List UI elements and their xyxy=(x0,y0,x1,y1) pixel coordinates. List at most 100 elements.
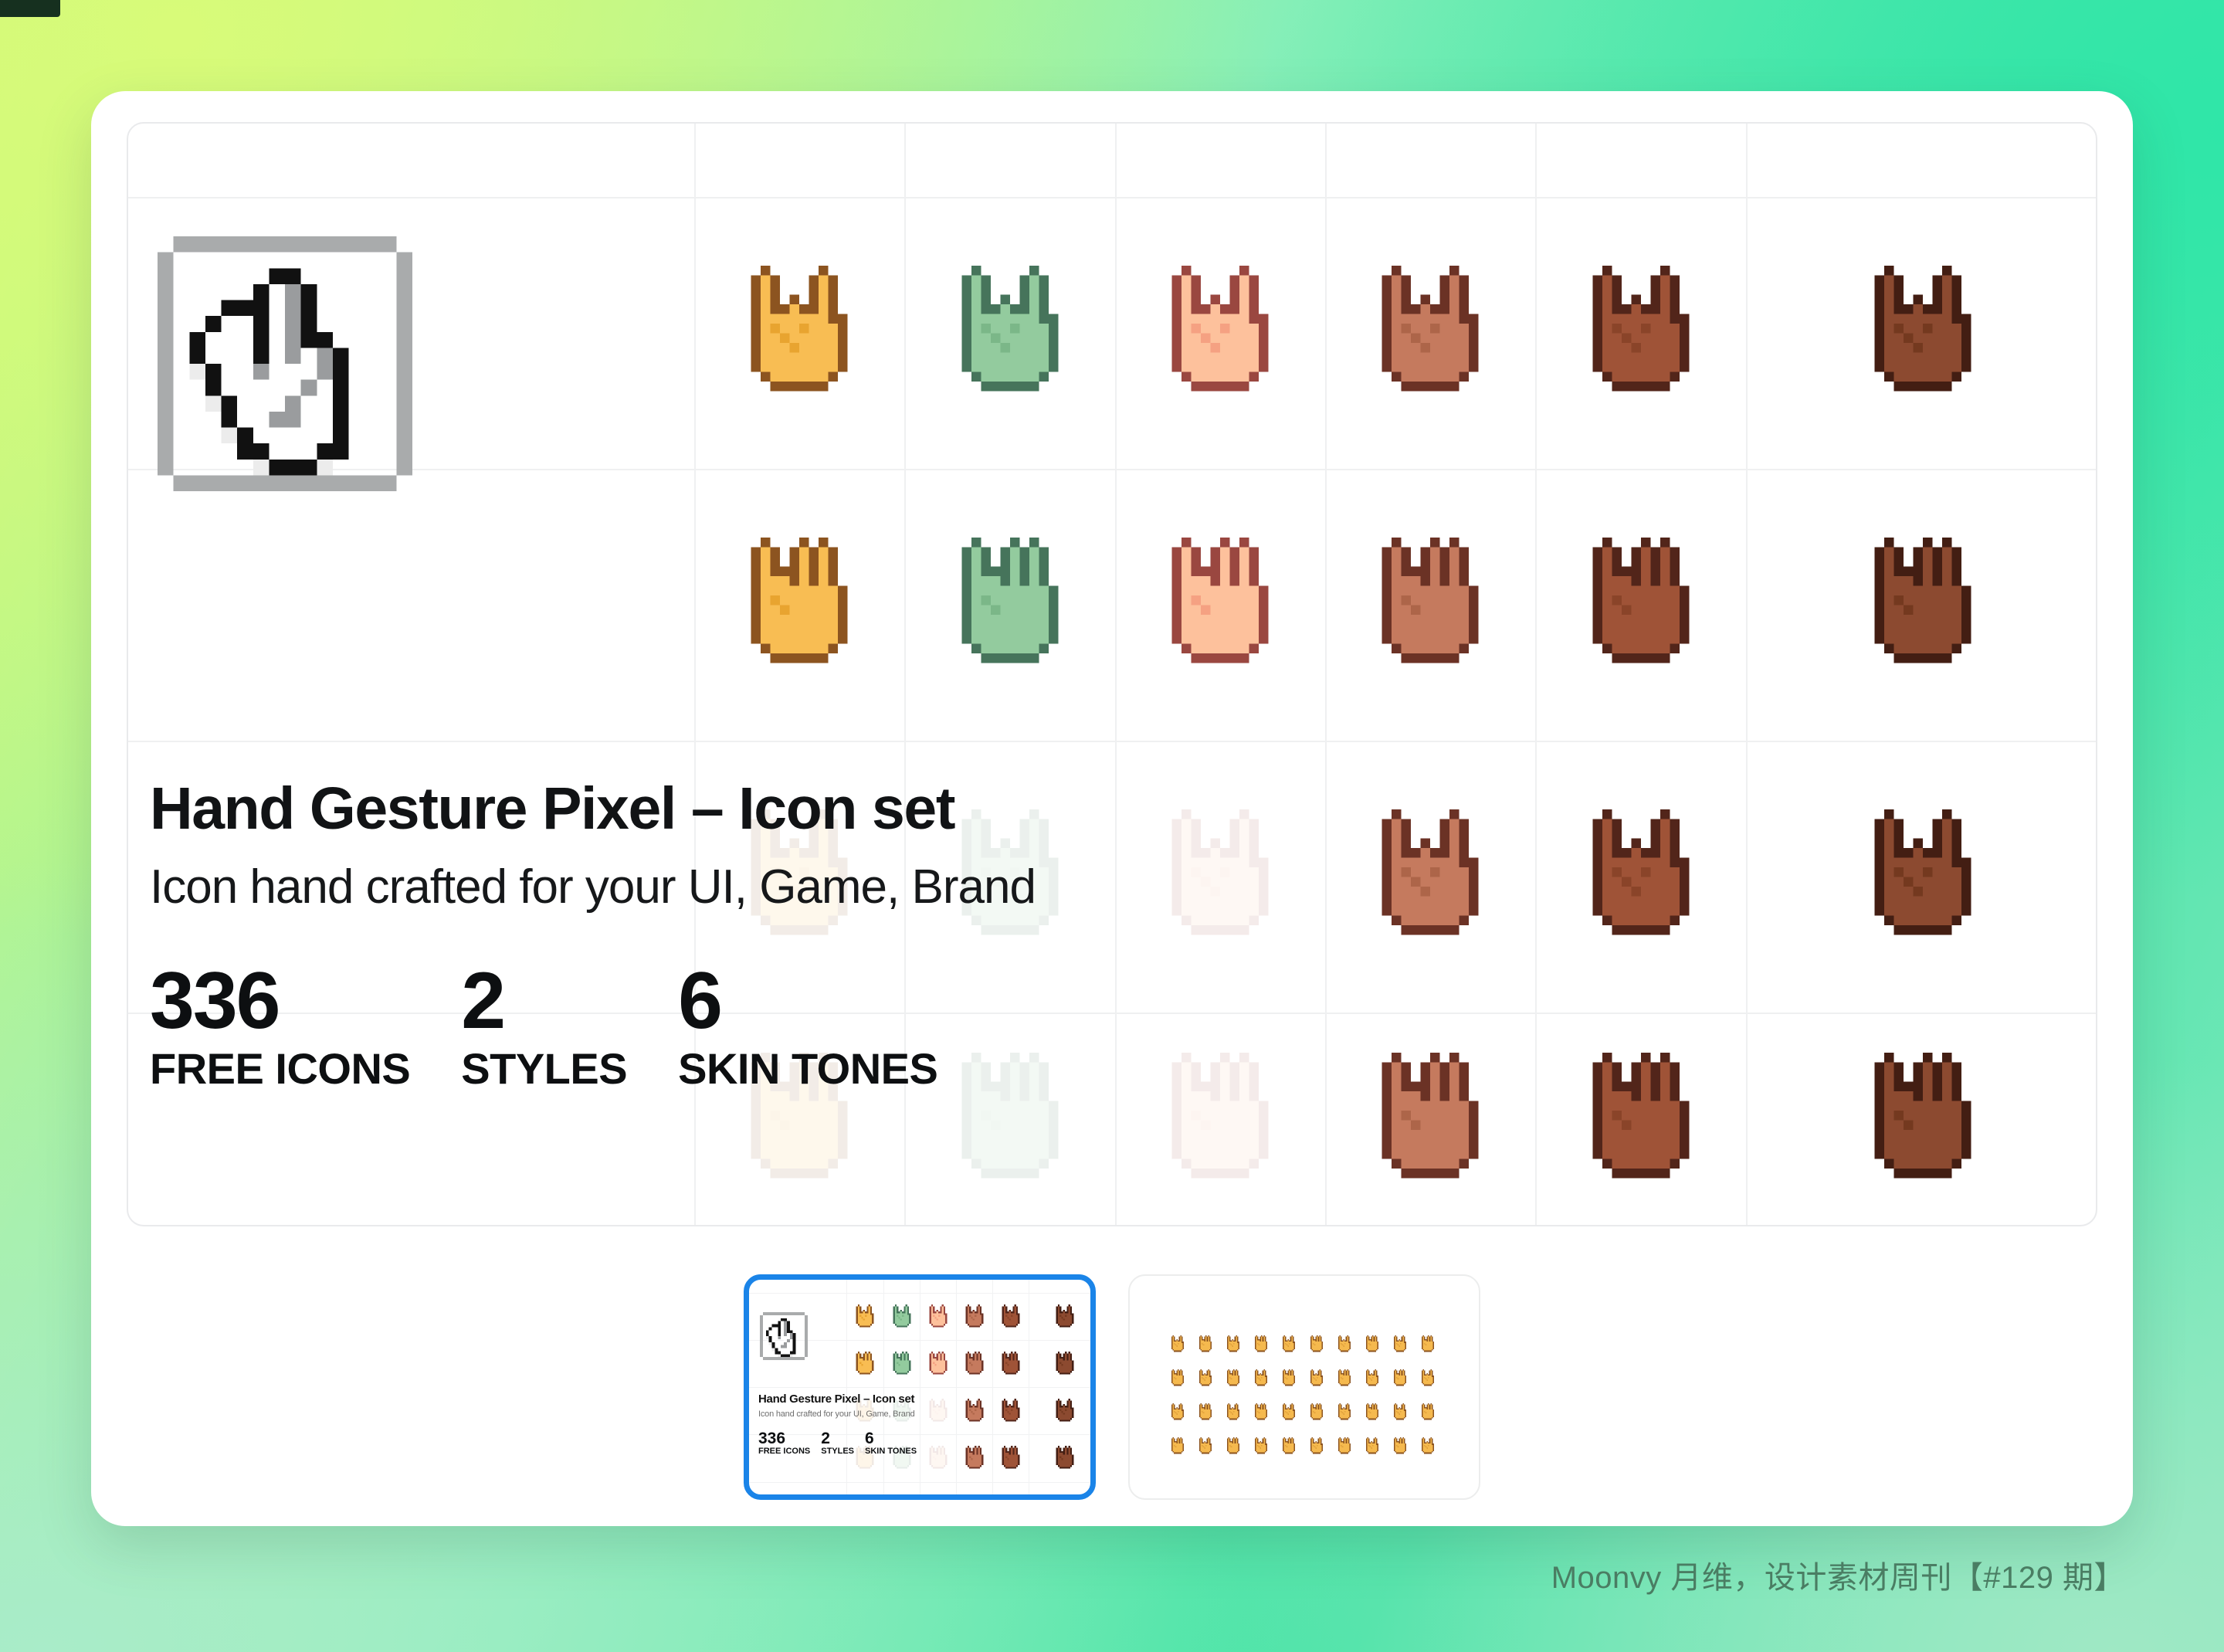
pixel-hand-icon xyxy=(1393,1403,1407,1420)
icon-cell-darkest xyxy=(1746,741,2096,1013)
thumbnail-icon-cell xyxy=(920,1293,956,1340)
pixel-hand-icon xyxy=(1382,1053,1479,1179)
stats-row: 336 FREE ICONS 2 STYLES 6 SKIN TONES xyxy=(150,956,988,1094)
thumbnail-icon-sheet-preview[interactable] xyxy=(1128,1274,1480,1500)
sheet-icon-cell xyxy=(1247,1361,1275,1395)
sheet-icon-cell xyxy=(1414,1327,1442,1361)
sheet-icon-cell xyxy=(1164,1327,1192,1361)
pixel-hand-icon xyxy=(1337,1403,1351,1420)
pixel-hand-icon xyxy=(1282,1403,1296,1420)
pixel-hand-icon xyxy=(1226,1335,1240,1352)
pixel-hand-icon xyxy=(1198,1335,1212,1352)
pixel-hand-icon xyxy=(1310,1369,1324,1386)
icon-cell-light xyxy=(1115,469,1325,741)
pixel-hand-icon xyxy=(1421,1369,1435,1386)
pixel-hand-icon xyxy=(1592,1053,1689,1179)
thumbnail-row-line xyxy=(749,1482,1090,1483)
pixel-hand-icon xyxy=(1002,1398,1019,1422)
pixel-hand-icon xyxy=(1365,1403,1379,1420)
pixel-hand-icon xyxy=(1365,1369,1379,1386)
icon-cell-darkest xyxy=(1746,469,2096,741)
thumbnail-icon-cell xyxy=(1029,1293,1090,1340)
thumbnail-icon-cell xyxy=(992,1434,1029,1482)
pixel-hand-icon xyxy=(1421,1437,1435,1454)
sheet-icon-cell xyxy=(1386,1361,1414,1395)
sheet-icon-cell xyxy=(1192,1429,1219,1463)
sheet-icon-cell xyxy=(1164,1395,1192,1429)
pixel-hand-icon xyxy=(1171,1437,1185,1454)
thumbnail-stats: 336 FREE ICONS 2 STYLES 6 SKIN TONES xyxy=(758,1430,927,1456)
sheet-icon-cell xyxy=(1386,1395,1414,1429)
pixel-hand-icon xyxy=(929,1446,947,1469)
sheet-icon-cell xyxy=(1414,1429,1442,1463)
sheet-icon-cell xyxy=(1303,1361,1331,1395)
icon-cell-green xyxy=(904,469,1115,741)
icon-cell-orange xyxy=(694,469,904,741)
sheet-icon-cell xyxy=(1275,1429,1303,1463)
sheet-icon-cell xyxy=(1192,1395,1219,1429)
pixel-hand-icon xyxy=(1226,1369,1240,1386)
pixel-hand-icon xyxy=(1171,537,1269,663)
stat-number: 2 xyxy=(821,1430,830,1447)
pixel-hand-icon xyxy=(1056,1351,1074,1375)
stat-free-icons: 336 FREE ICONS xyxy=(150,961,411,1094)
thumbnail-icon-cell xyxy=(846,1340,883,1387)
icon-cell-dark xyxy=(1535,1013,1746,1225)
pixel-hand-icon xyxy=(1421,1403,1435,1420)
icon-cell-dark xyxy=(1535,741,1746,1013)
icon-cell-light xyxy=(1115,197,1325,469)
thumbnail-icon-cell xyxy=(992,1293,1029,1340)
thumbnail-icon-cell xyxy=(920,1387,956,1434)
pixel-hand-icon xyxy=(1874,537,1971,663)
thumbnail-title: Hand Gesture Pixel – Icon set xyxy=(758,1392,915,1406)
pixel-hand-icon xyxy=(856,1351,874,1375)
thumbnail-icon-cell xyxy=(920,1340,956,1387)
pixel-hand-icon xyxy=(893,1304,910,1328)
sheet-icon-cell xyxy=(1358,1429,1386,1463)
pixel-hand-icon xyxy=(1592,537,1689,663)
thumbnail-icon-cell xyxy=(992,1340,1029,1387)
thumbnail-icon-cell xyxy=(956,1340,992,1387)
pixel-hand-icon xyxy=(1056,1304,1074,1328)
pixel-hand-icon xyxy=(965,1304,983,1328)
pixel-hand-icon xyxy=(1226,1437,1240,1454)
pixel-hand-icon xyxy=(1002,1304,1019,1328)
stat-number: 2 xyxy=(461,956,506,1046)
pixel-hand-icon xyxy=(1337,1369,1351,1386)
pixel-hand-icon xyxy=(1382,537,1479,663)
pixel-hand-icon xyxy=(1310,1335,1324,1352)
pixel-hand-icon xyxy=(965,1398,983,1422)
pixel-hand-icon xyxy=(1874,1053,1971,1179)
page-subtitle: Icon hand crafted for your UI, Game, Bra… xyxy=(150,860,1036,914)
sheet-icon-cell xyxy=(1358,1361,1386,1395)
pixel-hand-icon xyxy=(929,1304,947,1328)
icon-cell-medium xyxy=(1325,197,1535,469)
pixel-hand-icon xyxy=(1874,265,1971,391)
pixel-hand-icon xyxy=(1282,1369,1296,1386)
thumbnail-stat-styles: 2 STYLES xyxy=(821,1430,854,1456)
sheet-icon-cell xyxy=(1358,1395,1386,1429)
pixel-hand-icon xyxy=(1874,809,1971,935)
stat-label: SKIN TONES xyxy=(865,1446,917,1456)
thumbnail-icon-cell xyxy=(1029,1340,1090,1387)
pixel-hand-icon xyxy=(1310,1403,1324,1420)
stat-label: FREE ICONS xyxy=(758,1446,811,1456)
pixel-hand-icon xyxy=(1056,1398,1074,1422)
thumbnail-hero-icon xyxy=(760,1312,808,1360)
pixel-hand-icon xyxy=(1337,1335,1351,1352)
pixel-hand-icon xyxy=(1382,265,1479,391)
pixel-hand-icon xyxy=(1310,1437,1324,1454)
pixel-hand-icon xyxy=(1171,1053,1269,1179)
thumbnail-icon-cell xyxy=(846,1293,883,1340)
pixel-hand-icon xyxy=(1282,1437,1296,1454)
sheet-icon-cell xyxy=(1192,1361,1219,1395)
pixel-hand-icon xyxy=(1056,1446,1074,1469)
pixel-hand-icon xyxy=(1254,1403,1268,1420)
thumbnail-icon-cell xyxy=(956,1387,992,1434)
thumbnail-icon-cell xyxy=(883,1293,920,1340)
sheet-icon-cell xyxy=(1386,1429,1414,1463)
thumbnail-cover-preview[interactable]: Hand Gesture Pixel – Icon set Icon hand … xyxy=(744,1274,1096,1500)
sheet-icon-cell xyxy=(1219,1361,1247,1395)
sheet-icon-cell xyxy=(1331,1327,1358,1361)
pixel-hand-icon xyxy=(1393,1335,1407,1352)
